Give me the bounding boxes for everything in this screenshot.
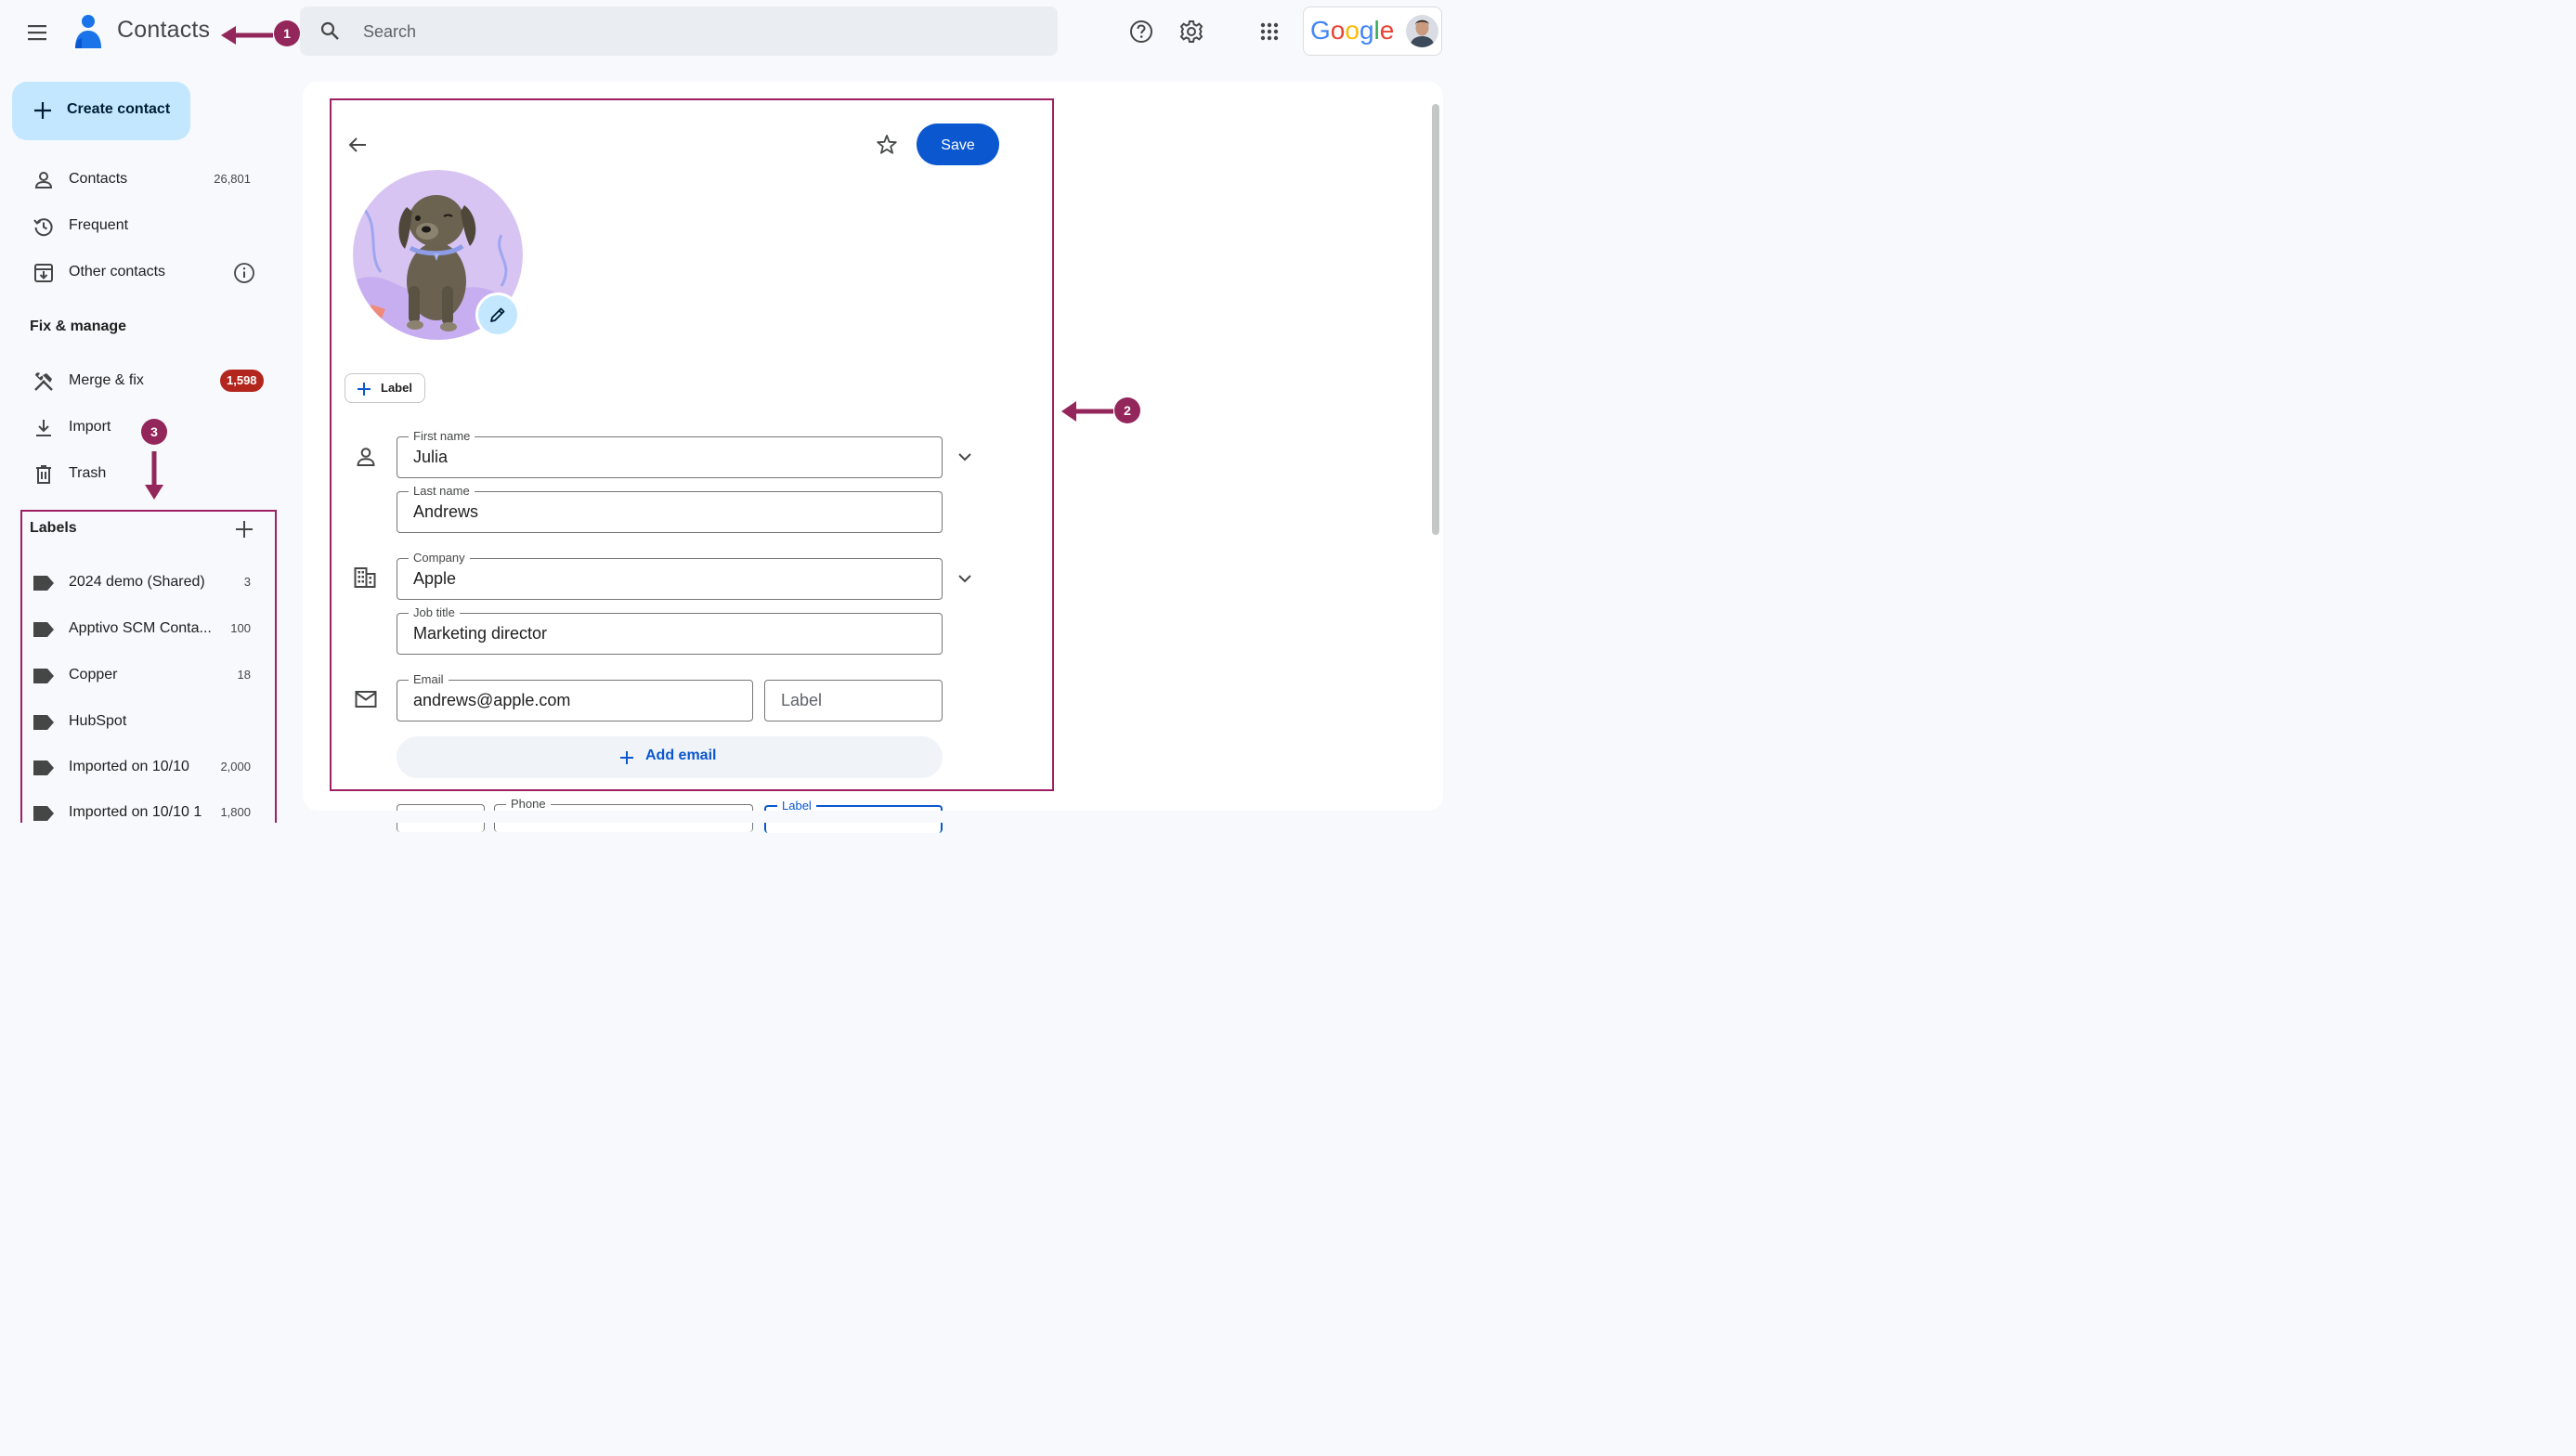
step-marker-2: 2	[1114, 397, 1140, 423]
help-icon	[1130, 20, 1152, 43]
labels-highlight-box	[20, 510, 277, 823]
contacts-logo-icon[interactable]	[72, 13, 104, 50]
search-icon	[320, 21, 339, 40]
avatar[interactable]	[1406, 15, 1438, 47]
arrow-left-annotation-icon	[221, 26, 273, 45]
sidebar-item-other-contacts[interactable]: Other contacts	[20, 254, 271, 292]
history-icon	[33, 218, 53, 237]
archive-download-icon	[34, 264, 53, 282]
settings-button[interactable]	[1177, 18, 1205, 46]
sidebar-item-label: Other contacts	[69, 264, 166, 280]
hamburger-icon	[28, 25, 46, 41]
sidebar-item-label: Import	[69, 419, 111, 435]
help-button[interactable]	[1127, 18, 1155, 46]
fix-manage-heading: Fix & manage	[30, 318, 127, 334]
sidebar-item-merge-fix[interactable]: Merge & fix 1,598	[20, 362, 271, 401]
scrollbar-thumb[interactable]	[1432, 104, 1439, 535]
editor-highlight-box	[330, 98, 1054, 791]
gear-icon	[1179, 20, 1203, 43]
account-switcher[interactable]: Google	[1303, 6, 1442, 56]
step-marker-3: 3	[141, 419, 167, 445]
merge-count-badge: 1,598	[220, 370, 264, 392]
search-input[interactable]	[361, 6, 1034, 58]
step-marker-1: 1	[274, 20, 300, 46]
main-menu-button[interactable]	[20, 16, 54, 49]
plus-icon	[34, 102, 51, 119]
sidebar-item-label: Merge & fix	[69, 372, 144, 388]
download-icon	[36, 420, 51, 436]
person-icon	[34, 172, 53, 188]
create-contact-button[interactable]: Create contact	[12, 82, 190, 140]
sidebar-item-contacts[interactable]: Contacts 26,801	[20, 161, 271, 200]
contacts-count: 26,801	[214, 172, 251, 186]
sidebar-item-label: Trash	[69, 465, 107, 481]
info-icon[interactable]	[233, 262, 255, 284]
google-apps-button[interactable]	[1255, 18, 1283, 46]
app-title: Contacts	[117, 17, 211, 43]
apps-grid-icon	[1260, 22, 1279, 41]
panel-bottom-edge	[303, 811, 1443, 823]
phone-label: Phone	[506, 797, 551, 812]
create-contact-label: Create contact	[67, 101, 171, 117]
google-wordmark: Google	[1310, 16, 1395, 45]
tools-icon	[34, 372, 53, 391]
arrow-down-annotation-icon	[145, 451, 163, 500]
sidebar-item-label: Frequent	[69, 217, 129, 233]
sidebar-item-frequent[interactable]: Frequent	[20, 207, 271, 246]
trash-icon	[36, 465, 51, 484]
arrow-left-annotation-icon	[1061, 401, 1113, 422]
sidebar-item-label: Contacts	[69, 171, 128, 187]
search-bar[interactable]	[300, 6, 1058, 58]
